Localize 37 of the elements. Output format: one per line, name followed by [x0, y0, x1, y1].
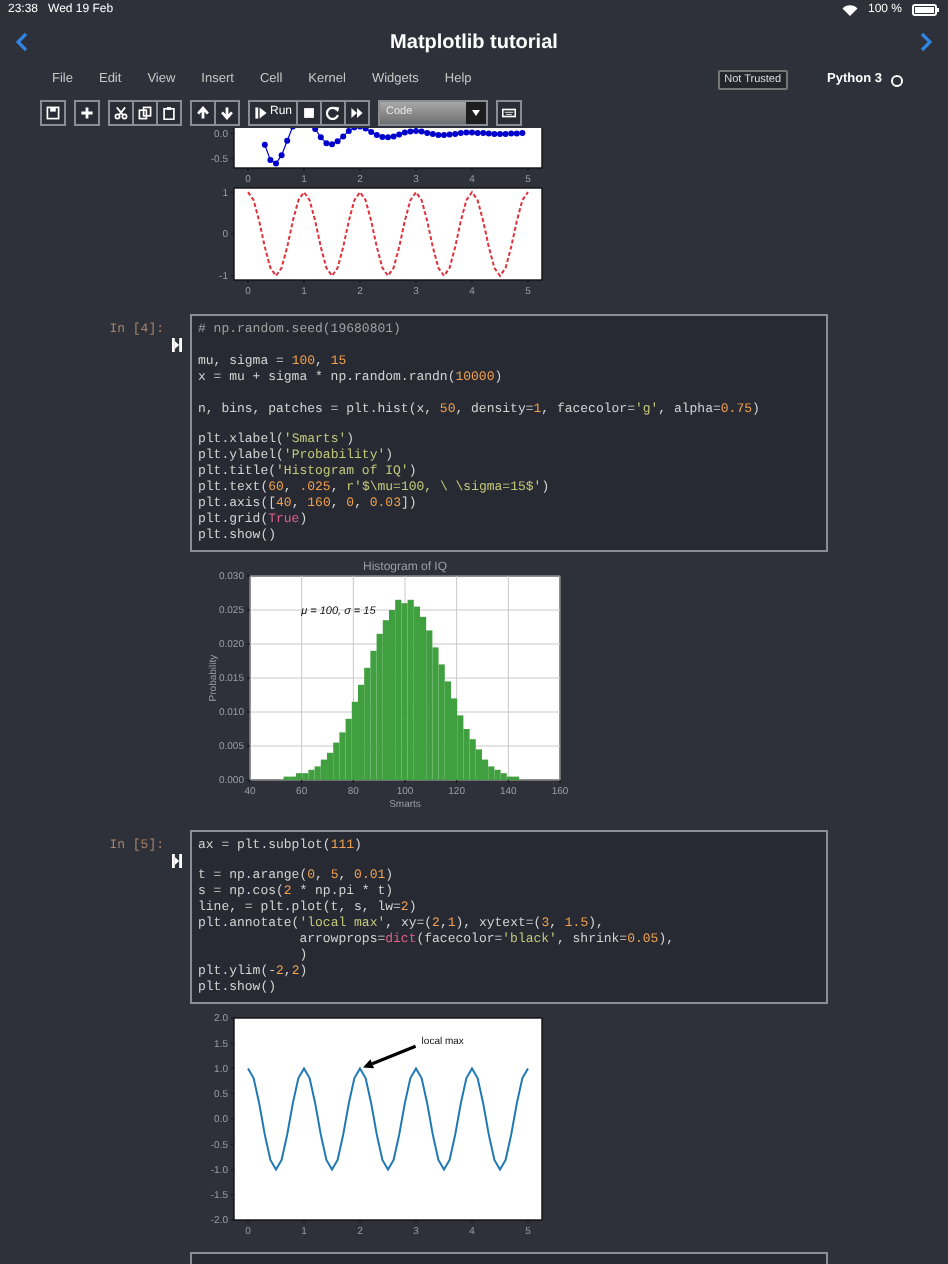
save-icon: [46, 105, 60, 119]
paste-button[interactable]: [158, 99, 182, 125]
copy-icon: [138, 105, 152, 119]
restart-icon: [326, 105, 341, 119]
keyboard-icon: [502, 105, 517, 119]
cell-marker-icon: [172, 853, 182, 868]
cut-button[interactable]: [108, 99, 134, 125]
down-arrow-icon: [220, 105, 234, 119]
stop-icon: [302, 105, 317, 119]
point-marker: [284, 137, 291, 144]
fast-forward-icon: [350, 105, 365, 119]
point-marker: [289, 128, 296, 130]
add-cell-button[interactable]: [74, 99, 100, 125]
step-forward-icon: [254, 105, 268, 119]
scissors-icon: [114, 105, 128, 119]
forward-icon[interactable]: [919, 32, 932, 52]
move-down-button[interactable]: [216, 99, 240, 125]
caret-icon: [472, 109, 481, 115]
restart-button[interactable]: [322, 99, 347, 125]
plus-icon: [80, 105, 94, 119]
wifi-icon: [841, 4, 858, 16]
run-all-button[interactable]: [346, 99, 371, 125]
up-arrow-icon: [196, 105, 210, 119]
point-marker: [261, 141, 268, 148]
keyboard-button[interactable]: [496, 99, 523, 125]
paste-icon: [162, 105, 176, 119]
battery-icon: [912, 4, 940, 16]
stop-button[interactable]: [298, 99, 323, 125]
cell-marker-icon: [172, 338, 182, 353]
code-editor[interactable]: [190, 829, 828, 1004]
move-up-button[interactable]: [190, 99, 216, 125]
copy-button[interactable]: [134, 99, 158, 125]
annotation-arrow: [363, 1044, 417, 1068]
save-button[interactable]: [40, 99, 66, 125]
notebook-title: Matplotlib tutorial: [390, 29, 558, 57]
back-icon[interactable]: [16, 32, 28, 52]
code-editor[interactable]: [190, 314, 828, 552]
